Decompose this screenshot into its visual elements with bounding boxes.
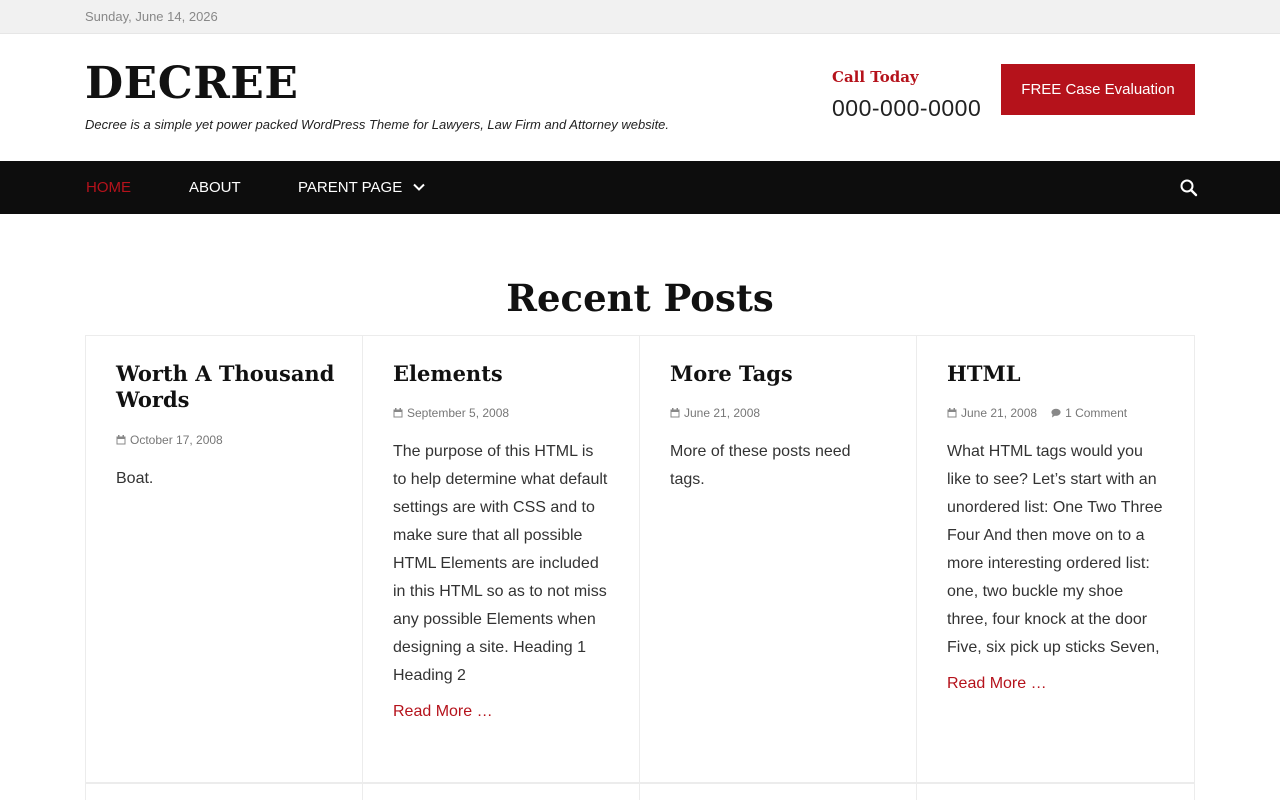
calendar-icon [670,408,680,418]
calendar-icon [393,408,403,418]
post-title[interactable]: More Tags [670,361,890,387]
post-title[interactable]: HTML [947,361,1167,387]
chevron-down-icon[interactable] [412,180,426,194]
nav-item-home[interactable]: HOME [86,179,131,196]
post-title[interactable]: Elements [393,361,613,387]
nav-item-parent-page[interactable]: PARENT PAGE [298,179,402,196]
read-more-link[interactable]: Read More … [947,675,1047,693]
nav-item-about[interactable]: ABOUT [189,179,241,196]
post-card: Elements September 5, 2008 The purpose o… [362,335,640,783]
posts-grid: Worth A Thousand Words October 17, 2008 … [85,335,1195,800]
post-date[interactable]: October 17, 2008 [130,433,223,447]
site-title[interactable]: DECREE [85,62,298,106]
free-case-evaluation-button[interactable]: FREE Case Evaluation [1001,64,1195,115]
post-date[interactable]: September 5, 2008 [407,406,509,420]
post-card [916,783,1195,800]
post-excerpt: The purpose of this HTML is to help dete… [393,443,608,684]
calendar-icon [116,435,126,445]
post-date[interactable]: June 21, 2008 [684,406,760,420]
post-excerpt: More of these posts need tags. [670,443,851,488]
post-card [639,783,917,800]
post-excerpt: Boat. [116,470,154,487]
search-icon[interactable] [1179,178,1199,198]
post-card [362,783,640,800]
top-bar: Sunday, June 14, 2026 [0,0,1280,34]
post-meta: June 21, 2008 1 Comment [947,406,1127,420]
post-excerpt: What HTML tags would you like to see? Le… [947,443,1163,656]
main-navigation: HOME ABOUT PARENT PAGE [0,161,1280,214]
read-more-link[interactable]: Read More … [393,703,493,721]
post-meta: September 5, 2008 [393,406,509,420]
call-label: Call Today [832,68,919,86]
site-tagline: Decree is a simple yet power packed Word… [85,117,670,132]
current-date: Sunday, June 14, 2026 [85,9,218,24]
post-card: Worth A Thousand Words October 17, 2008 … [85,335,363,783]
post-card: HTML June 21, 2008 1 Comment What HTML t… [916,335,1195,783]
post-comments[interactable]: 1 Comment [1051,406,1127,420]
call-number[interactable]: 000-000-0000 [832,95,981,122]
post-card [85,783,363,800]
post-card: More Tags June 21, 2008 More of these po… [639,335,917,783]
post-title[interactable]: Worth A Thousand Words [116,361,336,413]
post-meta: October 17, 2008 [116,433,223,447]
comment-icon [1051,408,1061,418]
section-title: Recent Posts [506,276,774,320]
calendar-icon [947,408,957,418]
post-comment-count[interactable]: 1 Comment [1065,406,1127,420]
post-date[interactable]: June 21, 2008 [961,406,1037,420]
site-header: DECREE Decree is a simple yet power pack… [0,34,1280,161]
post-meta: June 21, 2008 [670,406,760,420]
